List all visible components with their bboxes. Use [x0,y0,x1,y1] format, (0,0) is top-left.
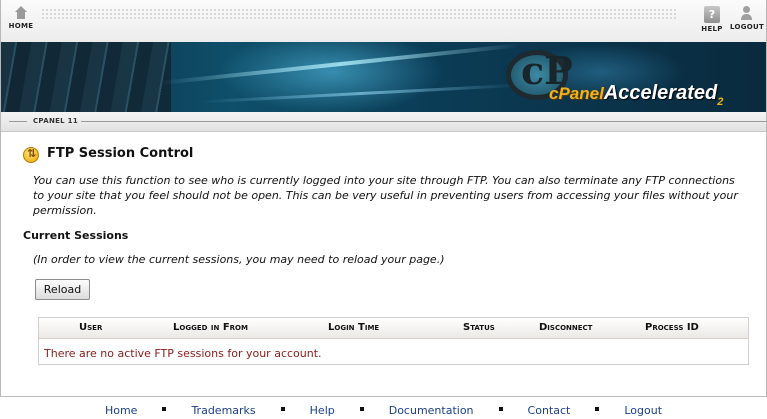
sessions-table-header: User Logged in From Login Time Status Di… [39,318,748,339]
page-title: FTP Session Control [47,146,194,161]
footer-links: Home Trademarks Help Documentation Contact Lo… [0,399,767,417]
breadcrumb-rule-left [9,121,27,122]
page-description: You can use this function to see who is … [33,174,738,217]
home-nav-button[interactable]: HOME [1,6,41,30]
cpanel-logo-text: cPanelAccelerated2 [549,82,724,108]
logo-brand: cPanel [549,84,604,103]
no-sessions-message: There are no active FTP sessions for you… [44,347,322,360]
breadcrumb-rule [81,121,766,122]
column-header-status: Status [463,322,495,333]
footer-separator [280,406,285,411]
footer-link-logout[interactable]: Logout [624,404,662,417]
footer-link-contact[interactable]: Contact [528,404,571,417]
cpanel-banner: cP cPanelAccelerated2 [1,42,766,112]
breadcrumb[interactable]: CPANEL 11 [33,117,78,125]
help-nav-button[interactable]: ? HELP [692,6,732,33]
logout-nav-button[interactable]: LOGOUT [727,6,767,31]
logout-user-icon [740,6,754,21]
footer-link-home[interactable]: Home [105,404,137,417]
logo-product: Accelerated [603,82,718,104]
column-header-process-id: Process ID [645,322,699,333]
footer-link-trademarks[interactable]: Trademarks [191,404,255,417]
banner-light-streak [161,43,521,85]
banner-keyboard-graphic [1,42,171,112]
reload-note: (In order to view the current sessions, … [33,253,445,266]
sessions-table: User Logged in From Login Time Status Di… [38,317,749,365]
footer-separator [498,406,503,411]
footer-link-help[interactable]: Help [310,404,335,417]
help-nav-label: HELP [701,25,723,33]
banner-light-streak-2 [201,83,521,104]
footer-separator [359,406,364,411]
footer-link-documentation[interactable]: Documentation [389,404,474,417]
home-nav-label: HOME [8,22,34,30]
reload-button[interactable]: Reload [35,279,90,300]
column-header-user: User [79,322,103,333]
footer-separator [162,406,167,411]
logo-version: 2 [717,96,724,108]
top-nav: HOME ? HELP LOGOUT [1,0,766,42]
column-header-login-time: Login Time [328,322,380,333]
breadcrumb-bar: CPANEL 11 [1,112,766,132]
ftp-session-icon [23,147,39,163]
column-header-logged-in-from: Logged in From [173,322,248,333]
logout-nav-label: LOGOUT [729,23,765,31]
footer-separator [595,406,600,411]
column-header-disconnect: Disconnect [539,322,593,333]
current-sessions-heading: Current Sessions [23,229,129,242]
nav-dot-pattern [41,8,676,20]
help-icon: ? [704,6,720,23]
home-icon [14,6,28,20]
